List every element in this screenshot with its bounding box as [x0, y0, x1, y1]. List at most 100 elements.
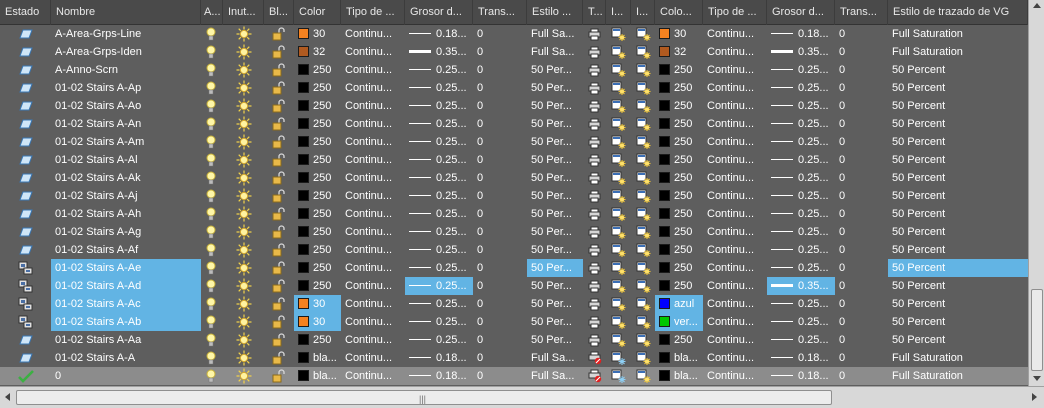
vp-color[interactable]: 250 [655, 205, 703, 223]
linetype[interactable]: Continu... [341, 331, 405, 349]
sun-icon[interactable] [223, 331, 264, 349]
linetype[interactable]: Continu... [341, 151, 405, 169]
unlock-icon[interactable] [264, 331, 294, 349]
transparency[interactable]: 0 [473, 43, 527, 61]
plot-style[interactable]: 50 Per... [527, 187, 583, 205]
table-row[interactable]: 01-02 Stairs A-Ah 250 Continu... 0.25... 0 50… [0, 205, 1028, 223]
current-layer-check-icon[interactable] [0, 367, 51, 385]
table-row[interactable]: A-Area-Grps-Iden 32 Continu... 0.35... 0 Full… [0, 43, 1028, 61]
column-header-activado[interactable]: A... [199, 0, 223, 25]
table-row[interactable]: 01-02 Stairs A-Am 250 Continu... 0.25... 0 50… [0, 133, 1028, 151]
layer-name[interactable]: 0 [51, 367, 201, 385]
layer-color[interactable]: 250 [294, 277, 341, 295]
lineweight[interactable]: 0.25... [405, 187, 473, 205]
linetype[interactable]: Continu... [341, 223, 405, 241]
sun-icon[interactable] [223, 151, 264, 169]
vp-plot-style[interactable]: 50 Percent [888, 295, 1028, 313]
vp-linetype[interactable]: Continu... [703, 277, 767, 295]
lineweight[interactable]: 0.25... [405, 331, 473, 349]
plot-icon[interactable] [583, 331, 606, 349]
layer-name[interactable]: 01-02 Stairs A-Ap [51, 79, 201, 97]
bulb-on-icon[interactable] [199, 79, 223, 97]
layer-name[interactable]: 01-02 Stairs A-Ak [51, 169, 201, 187]
plot-style[interactable]: Full Sa... [527, 25, 583, 43]
vp-color[interactable]: 250 [655, 187, 703, 205]
vp-transparency[interactable]: 0 [835, 187, 888, 205]
linetype[interactable]: Continu... [341, 205, 405, 223]
vp-linetype[interactable]: Continu... [703, 349, 767, 367]
new-vp-freeze-icon[interactable] [631, 277, 655, 295]
transparency[interactable]: 0 [473, 331, 527, 349]
vp-plot-style[interactable]: 50 Percent [888, 205, 1028, 223]
transparency[interactable]: 0 [473, 187, 527, 205]
sun-icon[interactable] [223, 349, 264, 367]
vp-plot-style[interactable]: 50 Percent [888, 241, 1028, 259]
plot-icon[interactable] [583, 223, 606, 241]
column-header-estado[interactable]: Estado [0, 0, 51, 25]
vp-color[interactable]: ver... [655, 313, 703, 331]
layer-color[interactable]: 30 [294, 25, 341, 43]
vp-linetype[interactable]: Continu... [703, 115, 767, 133]
transparency[interactable]: 0 [473, 97, 527, 115]
vp-lineweight[interactable]: 0.25... [767, 313, 835, 331]
plot-icon[interactable] [583, 25, 606, 43]
layer-icon[interactable] [0, 331, 51, 349]
new-vp-freeze-icon[interactable] [631, 205, 655, 223]
transparency[interactable]: 0 [473, 259, 527, 277]
vp-lineweight[interactable]: 0.18... [767, 367, 835, 385]
vp-plot-style[interactable]: 50 Percent [888, 133, 1028, 151]
bulb-on-icon[interactable] [199, 187, 223, 205]
sun-icon[interactable] [223, 187, 264, 205]
layer-color[interactable]: 32 [294, 43, 341, 61]
vp-linetype[interactable]: Continu... [703, 151, 767, 169]
unlock-icon[interactable] [264, 295, 294, 313]
layer-color[interactable]: 250 [294, 241, 341, 259]
bulb-on-icon[interactable] [199, 169, 223, 187]
vp-plot-style[interactable]: 50 Percent [888, 313, 1028, 331]
layer-color[interactable]: bla... [294, 349, 341, 367]
new-vp-freeze-icon[interactable] [631, 331, 655, 349]
plot-icon[interactable] [583, 313, 606, 331]
vp-linetype[interactable]: Continu... [703, 79, 767, 97]
layer-state-icon[interactable] [0, 313, 51, 331]
layer-name[interactable]: 01-02 Stairs A-Aj [51, 187, 201, 205]
plot-style[interactable]: 50 Per... [527, 223, 583, 241]
linetype[interactable]: Continu... [341, 43, 405, 61]
table-row[interactable]: 01-02 Stairs A-Ad 250 Continu... 0.25... 0 50… [0, 277, 1028, 295]
layer-color[interactable]: 250 [294, 97, 341, 115]
vp-linetype[interactable]: Continu... [703, 223, 767, 241]
vp-color[interactable]: 250 [655, 115, 703, 133]
vp-lineweight[interactable]: 0.18... [767, 25, 835, 43]
new-vp-freeze-icon[interactable] [606, 223, 631, 241]
vp-transparency[interactable]: 0 [835, 169, 888, 187]
table-row[interactable]: 01-02 Stairs A-Af 250 Continu... 0.25... 0 50… [0, 241, 1028, 259]
layer-color[interactable]: bla... [294, 367, 341, 385]
vp-transparency[interactable]: 0 [835, 241, 888, 259]
new-vp-freeze-icon[interactable] [631, 133, 655, 151]
column-header-transp[interactable]: Trans... [473, 0, 527, 25]
new-vp-freeze-icon[interactable] [631, 313, 655, 331]
vp-plot-style[interactable]: 50 Percent [888, 187, 1028, 205]
vp-linetype[interactable]: Continu... [703, 133, 767, 151]
sun-icon[interactable] [223, 61, 264, 79]
lineweight[interactable]: 0.25... [405, 115, 473, 133]
layer-color[interactable]: 250 [294, 187, 341, 205]
vp-color[interactable]: 250 [655, 79, 703, 97]
plot-icon[interactable] [583, 241, 606, 259]
plot-style[interactable]: 50 Per... [527, 331, 583, 349]
plot-style[interactable]: 50 Per... [527, 205, 583, 223]
vp-color[interactable]: 250 [655, 259, 703, 277]
sun-icon[interactable] [223, 259, 264, 277]
bulb-on-icon[interactable] [199, 133, 223, 151]
new-vp-freeze-icon[interactable] [606, 169, 631, 187]
sun-icon[interactable] [223, 43, 264, 61]
new-vp-freeze-icon[interactable] [606, 295, 631, 313]
new-vp-freeze-icon[interactable] [631, 43, 655, 61]
vp-lineweight[interactable]: 0.25... [767, 295, 835, 313]
new-vp-freeze-icon[interactable] [606, 151, 631, 169]
plot-style[interactable]: Full Sa... [527, 43, 583, 61]
plot-style[interactable]: 50 Per... [527, 169, 583, 187]
plot-style[interactable]: 50 Per... [527, 115, 583, 133]
linetype[interactable]: Continu... [341, 115, 405, 133]
table-row[interactable]: 01-02 Stairs A-Al 250 Continu... 0.25... 0 50… [0, 151, 1028, 169]
